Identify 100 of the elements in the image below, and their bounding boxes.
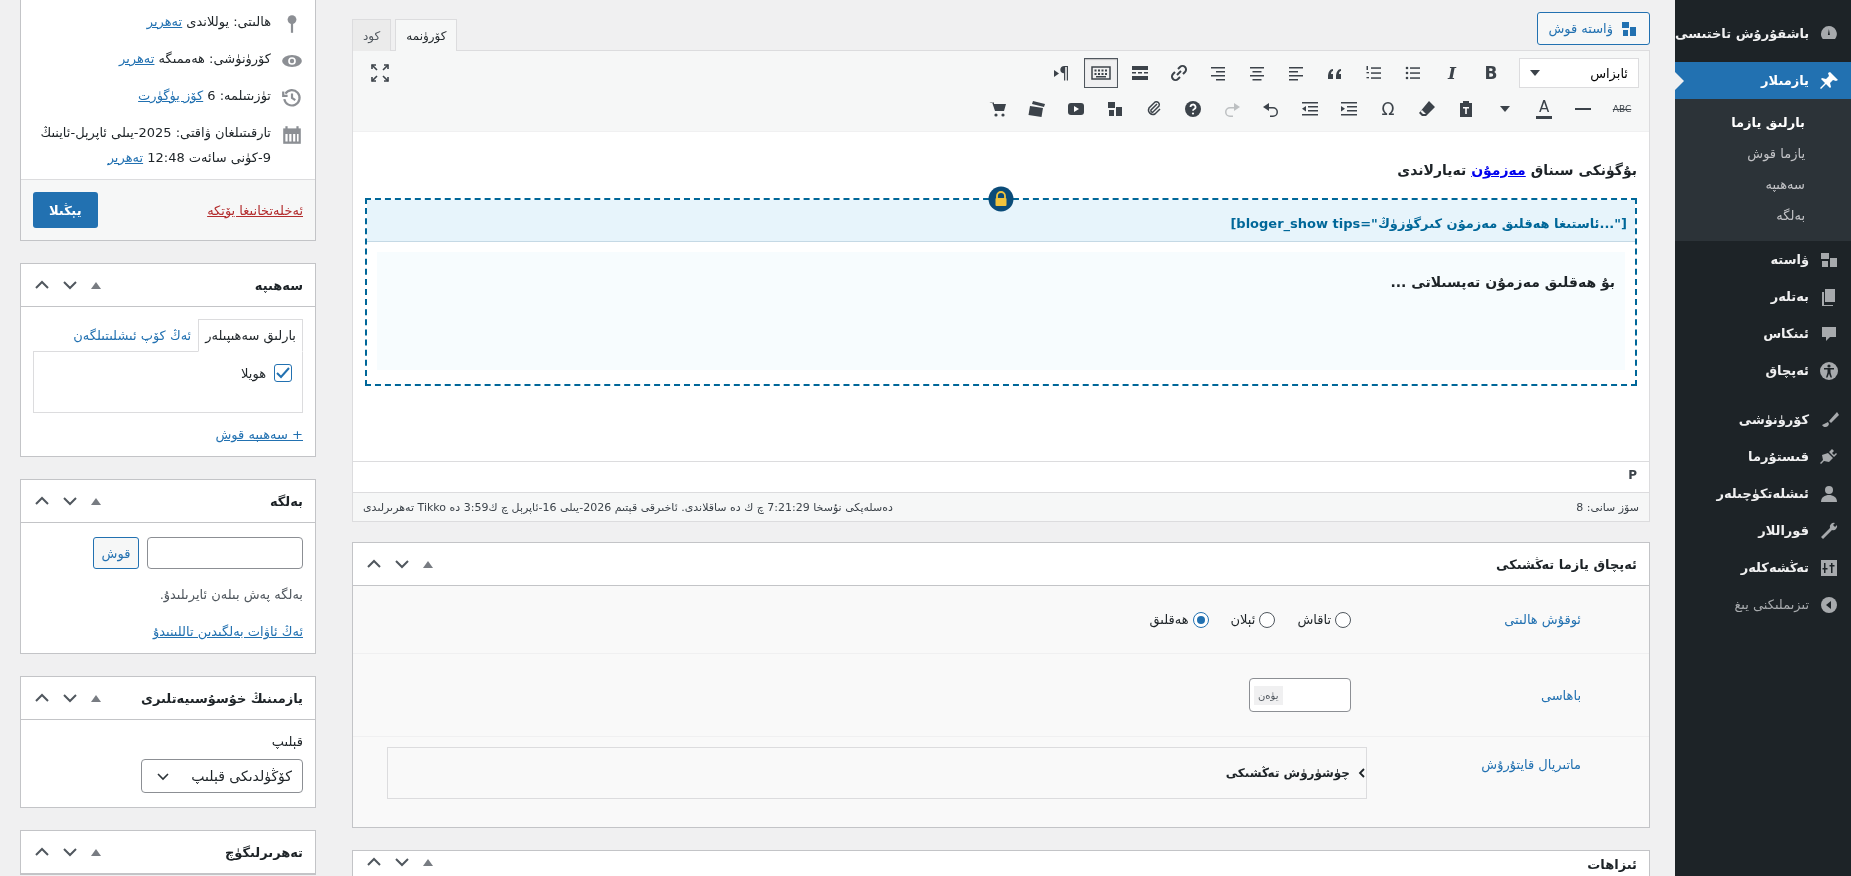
- collapse-menu-button[interactable]: تىزىملىكنى يىغ: [1675, 586, 1851, 623]
- box-title: ئەپچاق يازما تەڭشىكى: [1496, 556, 1637, 572]
- access-icon: [1819, 360, 1839, 381]
- field-label: باھاسى: [1539, 687, 1582, 703]
- template-select[interactable]: كۆڭۈلدىكى قېلىپ: [141, 759, 303, 794]
- submenu-item[interactable]: بارلىق يازما: [1675, 107, 1851, 138]
- edit-link[interactable]: تەھرىر: [146, 14, 183, 29]
- sliders-icon: [1819, 557, 1839, 578]
- menu-item[interactable]: يازمىلار: [1675, 62, 1851, 99]
- chevron-up-icon[interactable]: [35, 847, 49, 858]
- element-path: P: [1628, 468, 1637, 482]
- triangle-icon[interactable]: [91, 848, 101, 856]
- edit-link[interactable]: تەھرىر: [119, 51, 155, 66]
- chevron-down-icon[interactable]: [63, 496, 77, 507]
- unit-label: يۈەن: [1254, 685, 1283, 705]
- radio-option[interactable]: تاقاش: [1297, 611, 1351, 628]
- format-select[interactable]: ئابزاس: [1519, 58, 1639, 88]
- menu-item[interactable]: بەتلەر: [1675, 278, 1851, 315]
- triangle-icon[interactable]: [91, 694, 101, 702]
- history-icon: [281, 87, 303, 109]
- wrench-icon: [1819, 520, 1839, 541]
- toolbar-toggle-button[interactable]: [1084, 58, 1118, 88]
- media-icon: [1105, 99, 1125, 119]
- submenu-item[interactable]: يازما قوش: [1675, 138, 1851, 169]
- update-button[interactable]: يېڭىلا: [33, 192, 98, 229]
- italic-button[interactable]: I: [1435, 58, 1469, 88]
- fullscreen-icon: [370, 63, 390, 83]
- user-icon: [1819, 483, 1839, 504]
- field-label: ئوقۇش ھالىتى: [1503, 612, 1582, 627]
- category-tab[interactable]: بارلىق سەھىپىلەر: [198, 319, 303, 353]
- radio-option[interactable]: ئېلان: [1230, 611, 1276, 628]
- add-category-link[interactable]: + سەھىپە قوش: [215, 427, 303, 443]
- box-title: سەھىپە: [254, 277, 303, 293]
- color-button[interactable]: A: [1527, 94, 1561, 124]
- outdent-icon: [1300, 99, 1320, 119]
- editor-tab[interactable]: كود: [352, 19, 392, 51]
- chevron-up-icon[interactable]: [367, 559, 381, 569]
- edit-link[interactable]: تەھرىر: [107, 149, 144, 165]
- bold-button[interactable]: B: [1474, 58, 1508, 88]
- category-tab[interactable]: ئەڭ كۆپ ئىشلىتىلگەن: [66, 319, 199, 353]
- menu-item[interactable]: تەڭشەكلەر: [1675, 549, 1851, 586]
- checkbox-label: ھويلا: [241, 365, 266, 381]
- radio-option[interactable]: ھەقلىق: [1149, 611, 1209, 628]
- submenu-item[interactable]: بەلگە: [1675, 200, 1851, 231]
- menu-item[interactable]: ئىنكاس: [1675, 315, 1851, 352]
- add-tag-button[interactable]: قوش: [93, 537, 139, 570]
- price-field[interactable]: يۈەن: [1249, 678, 1351, 712]
- edit-link[interactable]: كۆز يۈگۈرت: [138, 88, 204, 103]
- content-link[interactable]: مەزمۇن: [1471, 162, 1526, 178]
- field-label: ماتىريال قايتۇرۇش: [1480, 756, 1582, 772]
- menu-item[interactable]: ئىشلەتكۈچىلەر: [1675, 475, 1851, 512]
- chevron-up-icon[interactable]: [367, 857, 381, 867]
- menu-item[interactable]: قىستۇرما: [1675, 438, 1851, 475]
- triangle-icon[interactable]: [423, 858, 433, 866]
- chevron-down-icon[interactable]: [63, 693, 77, 704]
- paragraph: بۇ ھەقلىق مەزمۇن تەپسىلاتى ...: [1389, 274, 1615, 290]
- chevron-up-icon[interactable]: [35, 280, 49, 291]
- triangle-icon: [1054, 69, 1060, 77]
- pin-icon: [1819, 70, 1839, 91]
- indent-icon: [1339, 99, 1359, 119]
- triangle-icon[interactable]: [91, 497, 101, 505]
- checkbox[interactable]: [274, 364, 292, 383]
- rtl-button[interactable]: ¶: [1045, 58, 1079, 88]
- editor-tab[interactable]: كۆرۈنمە: [395, 19, 458, 51]
- popular-tags-link[interactable]: ئەڭ ئاۋات بەلگىدىن تاللىنىدۇ: [152, 624, 303, 640]
- box-title: ئىزاھات: [1587, 857, 1637, 872]
- eraser-icon: [1417, 99, 1437, 119]
- triangle-icon[interactable]: [91, 281, 101, 289]
- tag-input[interactable]: [147, 537, 303, 570]
- chevron-up-icon[interactable]: [35, 693, 49, 704]
- publish-info: تارقىتىلغان ۋاقتى: 2025-يىلى ئاپرېل-ئاينىڭ 9-كۈنى سائەت 12:48 تەھرىر: [39, 124, 271, 168]
- publish-info: ھالىتى: يوللاندى تەھرىر: [146, 13, 271, 32]
- chevron-down-icon[interactable]: [63, 847, 77, 858]
- triangle-icon[interactable]: [423, 560, 433, 568]
- chevron-down-icon: [156, 771, 170, 781]
- add-media-button[interactable]: ۋاستە قوش: [1537, 12, 1650, 45]
- menu-item[interactable]: قوراللار: [1675, 512, 1851, 549]
- strike-button[interactable]: ABC: [1605, 94, 1639, 124]
- link-icon: [1169, 63, 1189, 83]
- submenu-item[interactable]: سەھىپە: [1675, 169, 1851, 200]
- special-button[interactable]: Ω: [1371, 94, 1405, 124]
- menu-item[interactable]: باشقۇرۇش تاختىسى: [1675, 4, 1851, 62]
- menu-item[interactable]: كۆرۈنۈشى: [1675, 401, 1851, 438]
- trash-link[interactable]: ئەخلەتخانىغا يۆتكە: [207, 202, 303, 218]
- menu-item[interactable]: ئەپچاق: [1675, 352, 1851, 389]
- shortcode-text: [bloger_show tips="ئاستىغا ھەقلىق مەزمۇن كىرگۈزۈڭ..."]: [367, 200, 1635, 242]
- menu-item[interactable]: ۋاستە: [1675, 241, 1851, 278]
- field-label: قېلىپ: [270, 734, 303, 750]
- paragraph: بۇگۈنكى سىناق مەزمۇن تەيارلاندى: [1396, 162, 1637, 178]
- publish-info: كۆرۈنۈشى: ھەممىگە تەھرىر: [119, 50, 271, 69]
- box-title: تەھرىرلىگۈچ: [224, 844, 303, 860]
- panel-toggle[interactable]: چۈشۈرۈش تەڭشىكى: [1225, 766, 1366, 780]
- help-icon: [1183, 99, 1203, 119]
- caret-icon: [1500, 106, 1510, 112]
- chevron-up-icon[interactable]: [35, 496, 49, 507]
- last-edit-text: دەسلەپكى نۇسخا 7:21:29 چ ك دە ساقلاندى. ئاخىرقى قېتىم 2026-يىلى 16-ئاپرېل چ ك3:59 دە Tikko تەھرىرلىدى: [363, 500, 893, 514]
- chevron-down-icon[interactable]: [63, 280, 77, 291]
- more-icon: [1130, 63, 1150, 83]
- chevron-down-icon[interactable]: [395, 559, 409, 569]
- chevron-down-icon[interactable]: [395, 857, 409, 867]
